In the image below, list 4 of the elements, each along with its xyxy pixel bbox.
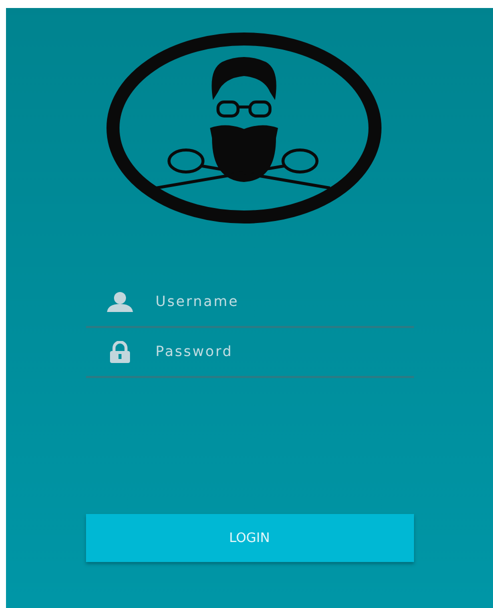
user-icon <box>106 292 134 312</box>
input-field[interactable]: Password <box>156 344 414 360</box>
login-button[interactable]: LOGIN <box>86 514 414 562</box>
input-field[interactable]: Username <box>156 294 414 310</box>
